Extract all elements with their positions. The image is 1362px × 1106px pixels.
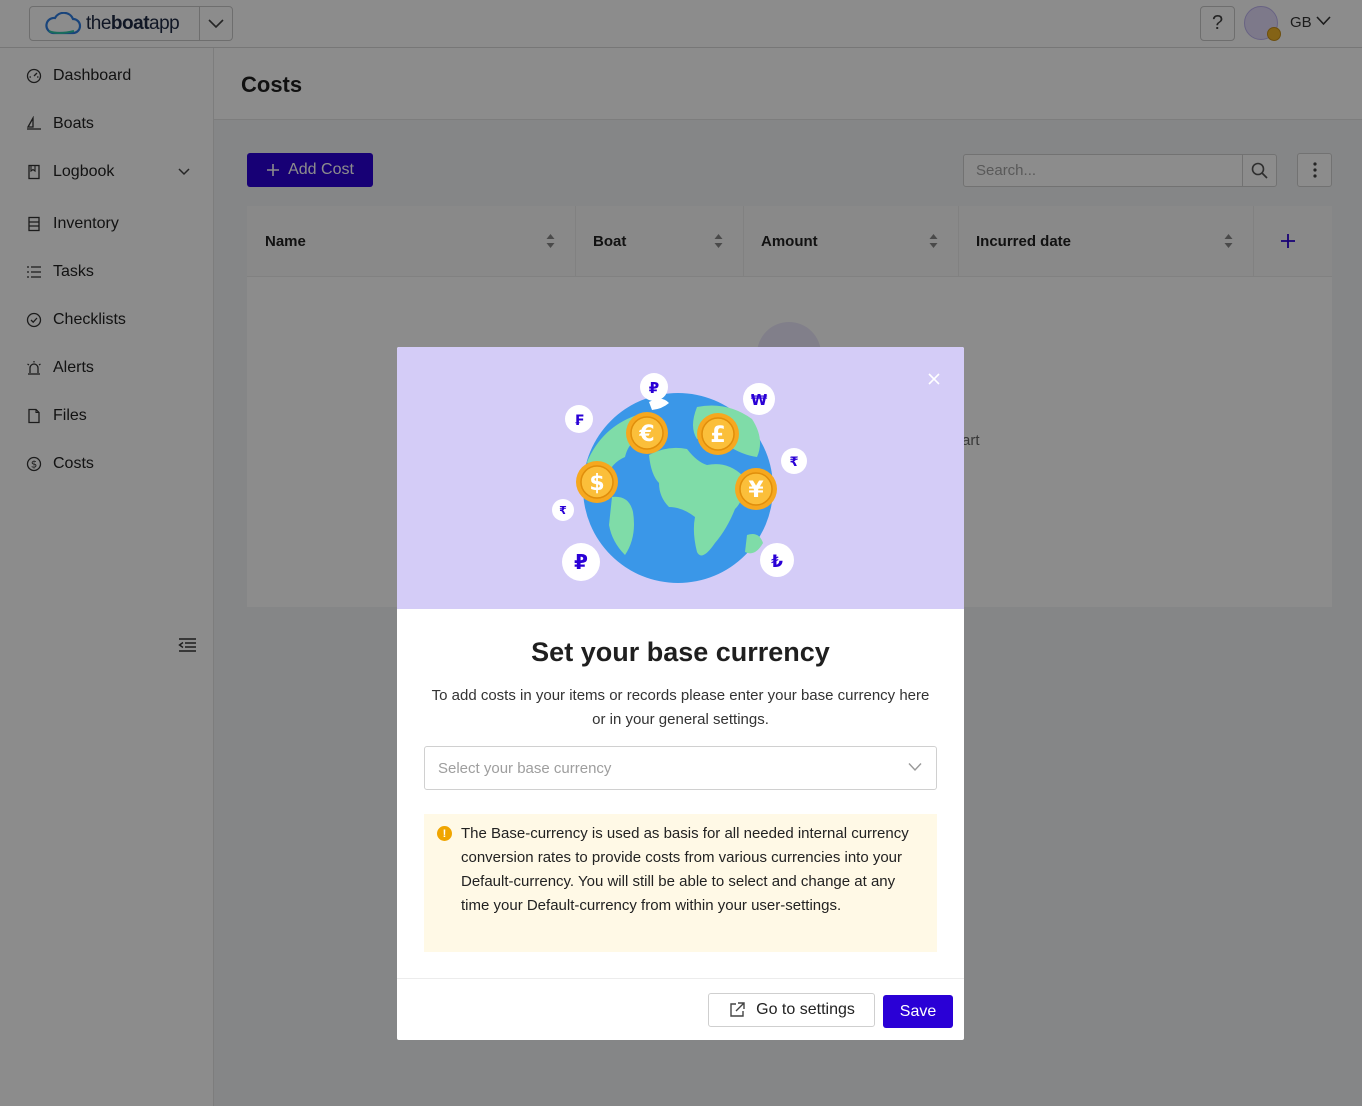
- svg-text:$: $: [589, 471, 604, 496]
- coin-euro: €: [626, 412, 668, 454]
- svg-text:₣: ₣: [574, 413, 584, 429]
- select-placeholder: Select your base currency: [438, 760, 612, 777]
- svg-text:€: €: [638, 422, 654, 447]
- svg-text:₹: ₹: [789, 455, 798, 470]
- go-to-settings-button[interactable]: Go to settings: [708, 993, 875, 1027]
- svg-text:£: £: [710, 423, 725, 448]
- modal-footer: Go to settings Save: [397, 978, 964, 1040]
- token-won: ₩: [743, 383, 775, 415]
- globe-currency-illustration: € £ $ ¥ ₽ ₩ ₣ ₹ ₹ ₽ ₺: [552, 373, 807, 583]
- info-alert-text: The Base-currency is used as basis for a…: [461, 825, 909, 914]
- save-button[interactable]: Save: [883, 995, 953, 1028]
- coin-yen: ¥: [735, 468, 777, 510]
- svg-text:₹: ₹: [559, 504, 567, 517]
- modal-title: Set your base currency: [531, 637, 830, 667]
- svg-text:₺: ₺: [771, 552, 783, 572]
- token-lira: ₺: [760, 543, 794, 577]
- token-rupee-left: ₹: [552, 499, 574, 521]
- token-ruble-top: ₽: [640, 373, 668, 401]
- svg-text:¥: ¥: [748, 478, 764, 503]
- base-currency-select[interactable]: Select your base currency: [424, 746, 937, 790]
- token-franc: ₣: [565, 405, 593, 433]
- svg-text:₩: ₩: [751, 391, 768, 409]
- token-rupee-right: ₹: [781, 448, 807, 474]
- svg-text:₽: ₽: [649, 379, 659, 397]
- svg-text:₽: ₽: [574, 550, 588, 574]
- coin-pound: £: [697, 413, 739, 455]
- coin-dollar: $: [576, 461, 618, 503]
- close-icon[interactable]: [925, 370, 943, 388]
- go-to-settings-label: Go to settings: [756, 1001, 855, 1018]
- info-alert: ! The Base-currency is used as basis for…: [424, 814, 937, 952]
- token-ruble-bottom: ₽: [562, 543, 600, 581]
- warning-icon: !: [437, 826, 452, 841]
- external-link-icon: [730, 1002, 745, 1017]
- modal-hero: € £ $ ¥ ₽ ₩ ₣ ₹ ₹ ₽ ₺: [397, 347, 964, 609]
- base-currency-modal: € £ $ ¥ ₽ ₩ ₣ ₹ ₹ ₽ ₺ Set your base curr…: [397, 347, 964, 1040]
- chevron-down-icon: [908, 763, 922, 772]
- modal-description: To add costs in your items or records pl…: [431, 687, 930, 728]
